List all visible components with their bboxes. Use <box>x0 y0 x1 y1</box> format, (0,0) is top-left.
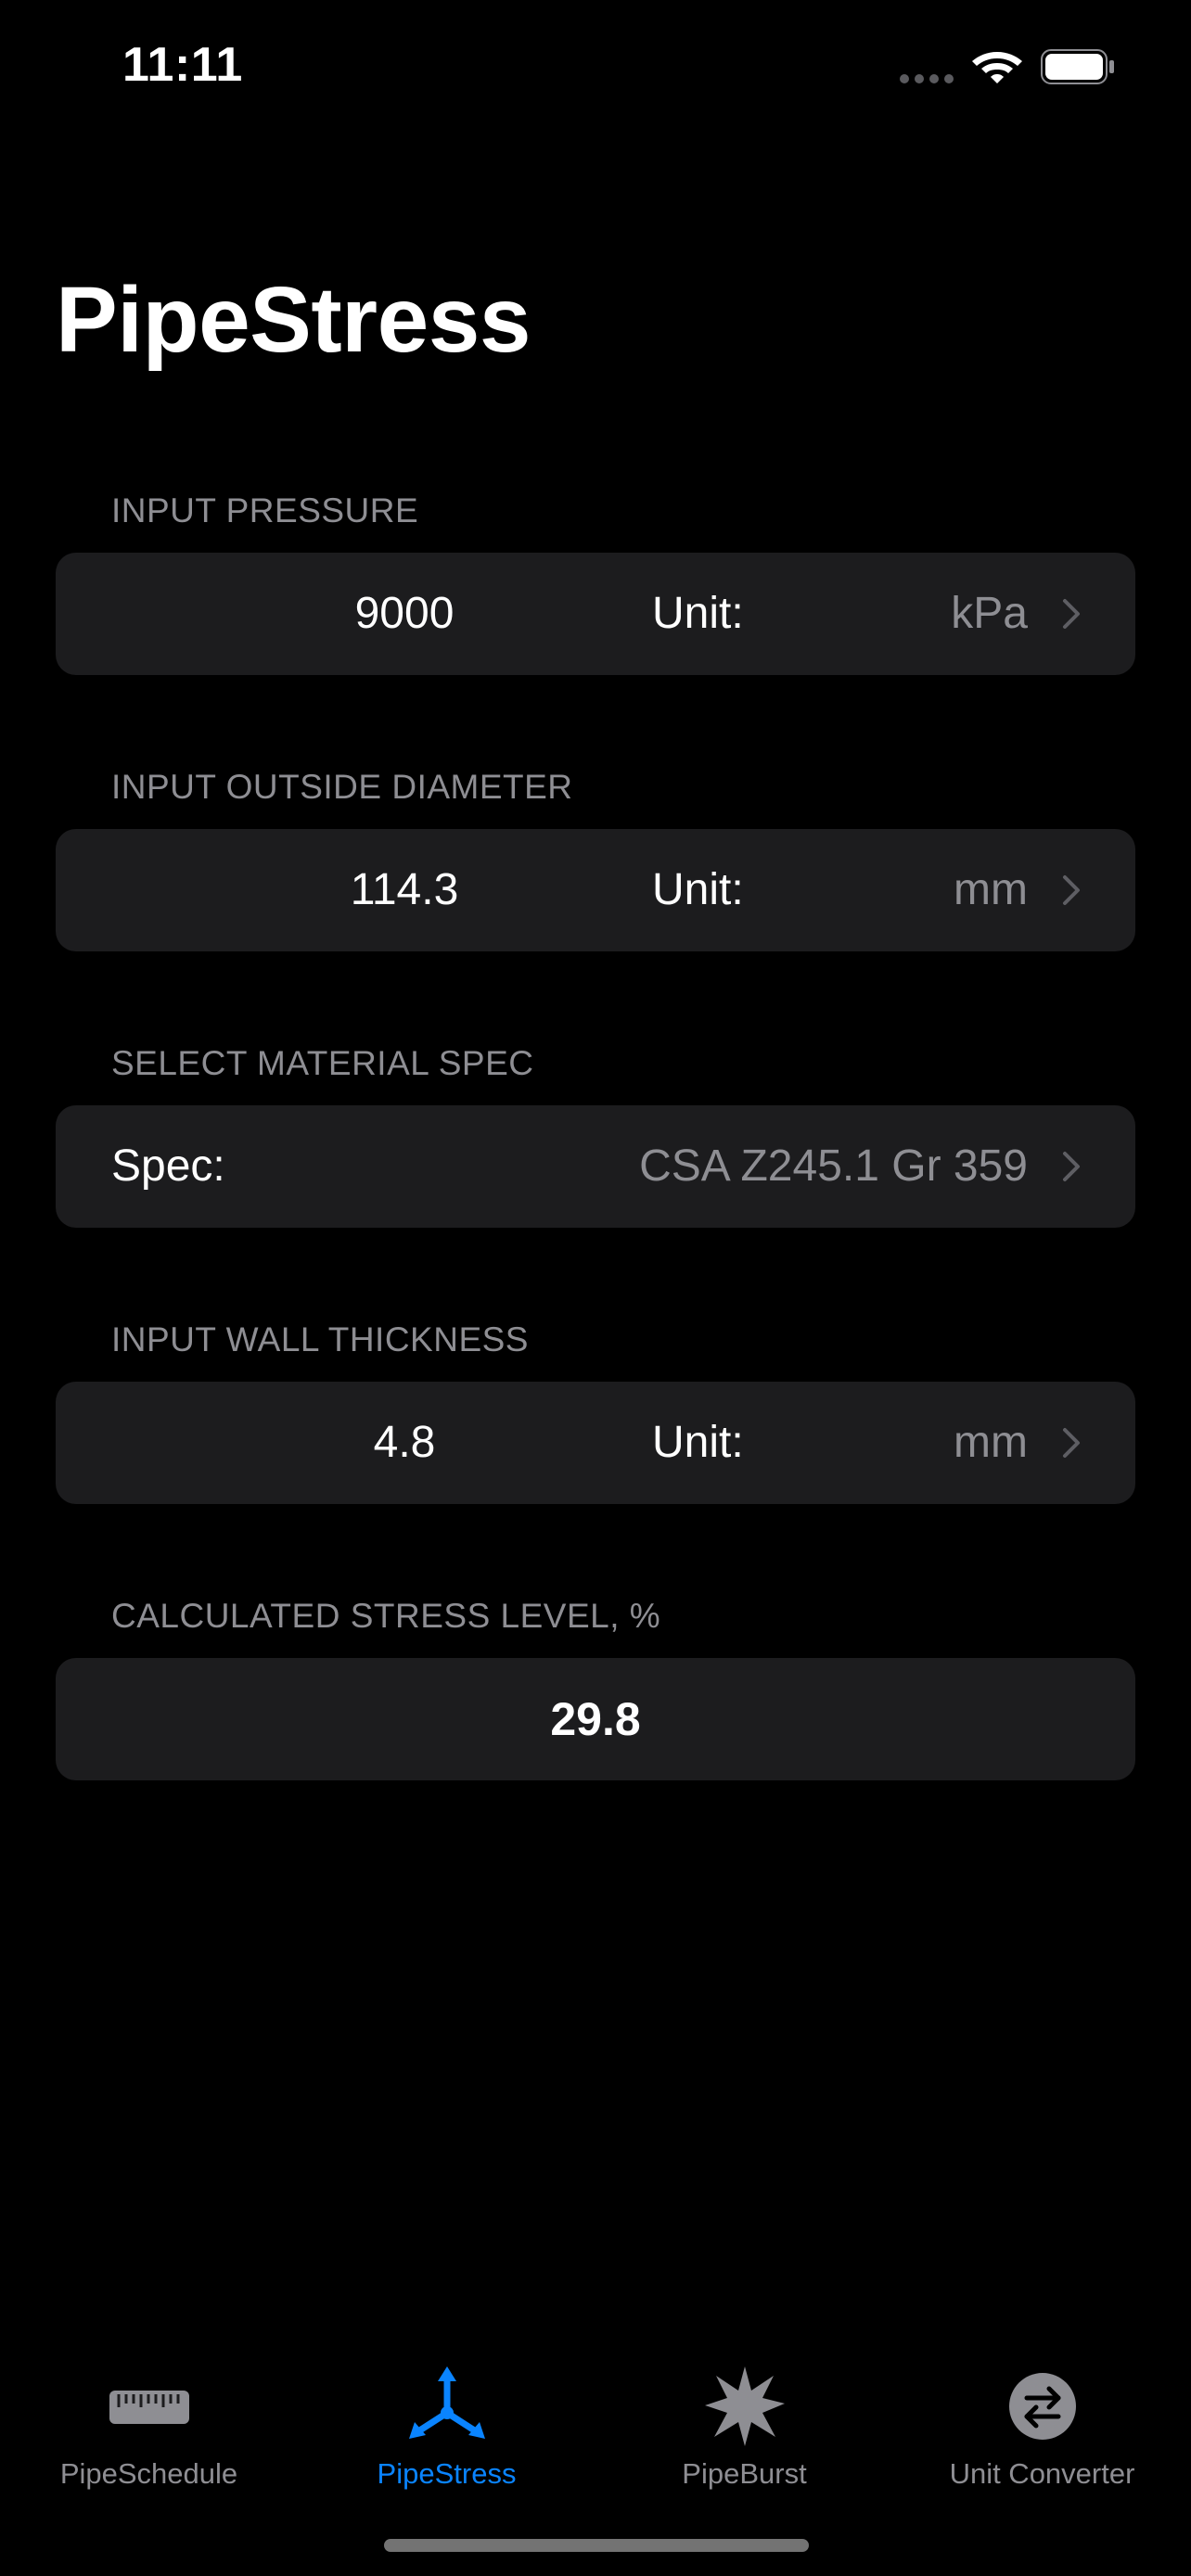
tab-pipestress[interactable]: PipeStress <box>298 2346 596 2504</box>
stress-arrows-icon <box>409 2366 485 2439</box>
chevron-right-icon[interactable] <box>1061 597 1082 631</box>
diameter-section-header: INPUT OUTSIDE DIAMETER <box>111 768 573 806</box>
status-time: 11:11 <box>122 38 243 92</box>
tab-label-unit-converter: Unit Converter <box>949 2457 1135 2490</box>
status-bar: 11:11 <box>0 0 1191 139</box>
material-section-header: SELECT MATERIAL SPEC <box>111 1044 534 1082</box>
ruler-icon <box>109 2391 189 2424</box>
tab-pipeburst[interactable]: PipeBurst <box>596 2346 893 2504</box>
material-spec-label: Spec: <box>111 1141 225 1191</box>
material-spec-row[interactable]: Spec: CSA Z245.1 Gr 359 <box>56 1105 1135 1228</box>
convert-arrows-icon <box>1009 2373 1076 2440</box>
pressure-section-header: INPUT PRESSURE <box>111 491 419 529</box>
wall-unit-label: Unit: <box>652 1418 744 1467</box>
cellular-signal-icon <box>900 74 954 83</box>
tab-pipeschedule[interactable]: PipeSchedule <box>0 2346 298 2504</box>
pressure-input[interactable]: 9000 <box>210 553 599 675</box>
wall-unit-picker[interactable]: mm <box>954 1382 1028 1504</box>
home-indicator <box>384 2539 809 2552</box>
battery-icon <box>1041 49 1114 84</box>
result-section-header: CALCULATED STRESS LEVEL, % <box>111 1597 661 1635</box>
diameter-input[interactable]: 114.3 <box>210 829 599 951</box>
page-title: PipeStress <box>56 268 531 372</box>
tab-label-pipeschedule: PipeSchedule <box>59 2457 238 2490</box>
pressure-card: 9000 Unit: kPa <box>56 553 1135 675</box>
result-card: 29.8 <box>56 1658 1135 1780</box>
tab-label-pipestress: PipeStress <box>377 2457 517 2490</box>
tab-label-pipeburst: PipeBurst <box>682 2457 807 2490</box>
chevron-right-icon[interactable] <box>1061 1150 1082 1183</box>
pressure-unit-picker[interactable]: kPa <box>951 553 1028 675</box>
stress-level-value: 29.8 <box>550 1693 641 1745</box>
wall-card: 4.8 Unit: mm <box>56 1382 1135 1504</box>
diameter-unit-label: Unit: <box>652 865 744 914</box>
diameter-unit-picker[interactable]: mm <box>954 829 1028 951</box>
wifi-icon <box>972 52 1022 83</box>
wall-thickness-input[interactable]: 4.8 <box>210 1382 599 1504</box>
wall-section-header: INPUT WALL THICKNESS <box>111 1320 529 1358</box>
burst-icon <box>705 2366 785 2446</box>
chevron-right-icon[interactable] <box>1061 1426 1082 1460</box>
diameter-card: 114.3 Unit: mm <box>56 829 1135 951</box>
material-spec-value[interactable]: CSA Z245.1 Gr 359 <box>639 1105 1028 1228</box>
pressure-unit-label: Unit: <box>652 589 744 638</box>
chevron-right-icon[interactable] <box>1061 874 1082 907</box>
tab-unit-converter[interactable]: Unit Converter <box>893 2346 1191 2504</box>
